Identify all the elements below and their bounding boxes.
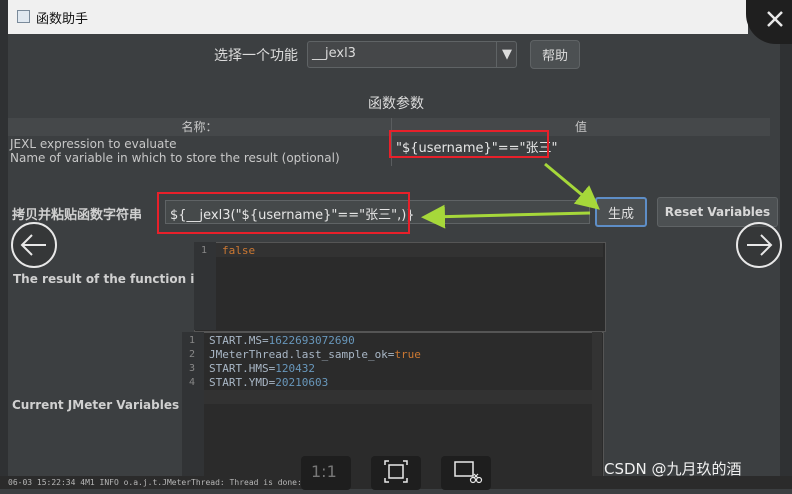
- arrow-right-icon: [747, 234, 773, 256]
- arrow-left-icon: [20, 234, 46, 256]
- watermark: CSDN @九月玖的酒: [604, 460, 742, 478]
- arrow-value-to-generate: [544, 162, 600, 210]
- close-icon: [767, 11, 783, 27]
- next-image-button[interactable]: [736, 222, 782, 268]
- arrow-generate-to-string: [421, 204, 591, 229]
- crop-scissors-icon: [454, 461, 483, 484]
- screenshot-crop-button[interactable]: [441, 456, 491, 490]
- actual-size-label: 1:1: [311, 462, 337, 481]
- annotation-arrows: [421, 162, 600, 229]
- fit-screen-icon: [384, 460, 408, 483]
- viewer-close-button[interactable]: [746, 0, 792, 44]
- previous-image-button[interactable]: [11, 222, 57, 268]
- fit-screen-button[interactable]: [371, 456, 421, 490]
